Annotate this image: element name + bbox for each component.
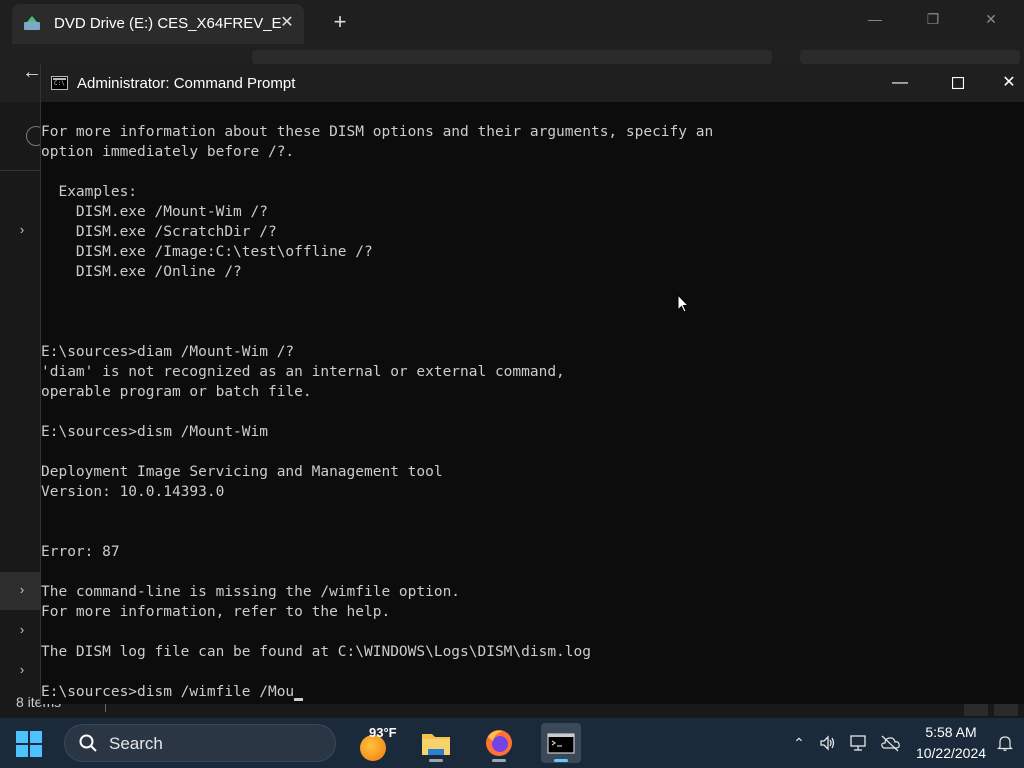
explorer-tab[interactable]: DVD Drive (E:) CES_X64FREV_E ✕: [12, 4, 304, 44]
nav-expand-chevron-icon[interactable]: ›: [14, 581, 30, 599]
console-line: operable program or batch file.: [41, 384, 312, 400]
search-icon: [79, 734, 97, 752]
command-prompt-icon: C:\: [51, 76, 68, 90]
cmd-icon-label: C:\: [54, 80, 65, 87]
mouse-cursor-icon: [677, 294, 689, 313]
console-line: Version: 10.0.14393.0: [41, 484, 225, 500]
close-tab-icon[interactable]: ✕: [276, 12, 298, 34]
firefox-taskbar-button[interactable]: [479, 723, 519, 763]
divider: [0, 170, 40, 171]
clock-time[interactable]: 5:58 AM: [912, 724, 990, 740]
console-line: Error: 87: [41, 544, 120, 560]
console-line: E:\sources>dism /Mount-Wim: [41, 424, 268, 440]
cmd-title-bar[interactable]: C:\ Administrator: Command Prompt — ✕: [41, 64, 1024, 102]
nav-expand-chevron-icon[interactable]: ›: [14, 221, 30, 239]
console-line: The DISM log file can be found at C:\WIN…: [41, 644, 591, 660]
folder-icon: [422, 734, 450, 755]
weather-widget[interactable]: 93°F: [360, 725, 400, 761]
search-box[interactable]: [800, 50, 1020, 64]
console-line: For more information, refer to the help.: [41, 604, 391, 620]
explorer-minimize-button[interactable]: —: [860, 8, 890, 30]
chevron-up-icon[interactable]: ⌃: [790, 734, 808, 752]
running-indicator: [429, 759, 443, 762]
console-line: DISM.exe /ScratchDir /?: [41, 224, 277, 240]
cloud-offline-icon[interactable]: [879, 734, 901, 752]
cmd-close-button[interactable]: ✕: [993, 68, 1024, 98]
console-line: Deployment Image Servicing and Managemen…: [41, 464, 443, 480]
search-label: Search: [109, 734, 163, 753]
explorer-tab-bar: DVD Drive (E:) CES_X64FREV_E ✕ + — ❐ ✕: [0, 0, 1024, 44]
address-bar[interactable]: [252, 50, 772, 64]
maximize-icon: [951, 76, 965, 89]
notification-bell-icon[interactable]: [996, 734, 1014, 752]
clock-date[interactable]: 10/22/2024: [908, 745, 994, 761]
explorer-close-button[interactable]: ✕: [976, 8, 1006, 30]
command-prompt-icon: [547, 733, 575, 754]
nav-expand-chevron-icon[interactable]: ›: [14, 661, 30, 679]
command-prompt-taskbar-button[interactable]: [541, 723, 581, 763]
dvd-drive-icon: [24, 16, 40, 30]
new-tab-button[interactable]: +: [328, 10, 352, 34]
console-line: For more information about these DISM op…: [41, 124, 714, 140]
cmd-window-title: Administrator: Command Prompt: [77, 75, 296, 92]
weather-temperature: 93°F: [369, 725, 397, 740]
console-line: DISM.exe /Mount-Wim /?: [41, 204, 268, 220]
file-explorer-taskbar-button[interactable]: [416, 723, 456, 763]
console-line: Examples:: [41, 184, 138, 200]
cmd-maximize-button[interactable]: [935, 68, 981, 98]
explorer-tab-title: DVD Drive (E:) CES_X64FREV_E: [54, 15, 282, 32]
running-indicator: [554, 759, 568, 762]
console-line: 'diam' is not recognized as an internal …: [41, 364, 565, 380]
running-indicator: [492, 759, 506, 762]
text-cursor: [294, 698, 304, 701]
console-line: E:\sources>dism /wimfile /Mou: [41, 682, 1021, 702]
volume-icon[interactable]: [819, 734, 837, 752]
cmd-minimize-button[interactable]: —: [877, 68, 923, 98]
taskbar-search-box[interactable]: Search: [64, 724, 336, 762]
console-line: The command-line is missing the /wimfile…: [41, 584, 461, 600]
taskbar: Search 93°F ⌃ 5:58 AM 10/22/2024: [0, 718, 1024, 768]
command-prompt-window: C:\ Administrator: Command Prompt — ✕ Fo…: [40, 64, 1024, 704]
console-output[interactable]: For more information about these DISM op…: [41, 122, 1021, 702]
windows-start-icon[interactable]: [16, 731, 42, 757]
explorer-restore-button[interactable]: ❐: [918, 8, 948, 30]
console-line: DISM.exe /Online /?: [41, 264, 242, 280]
nav-expand-chevron-icon[interactable]: ›: [14, 621, 30, 639]
firefox-icon: [486, 730, 512, 756]
console-line: option immediately before /?.: [41, 144, 295, 160]
console-line: E:\sources>diam /Mount-Wim /?: [41, 344, 295, 360]
network-icon[interactable]: [849, 734, 867, 752]
console-line: DISM.exe /Image:C:\test\offline /?: [41, 244, 373, 260]
